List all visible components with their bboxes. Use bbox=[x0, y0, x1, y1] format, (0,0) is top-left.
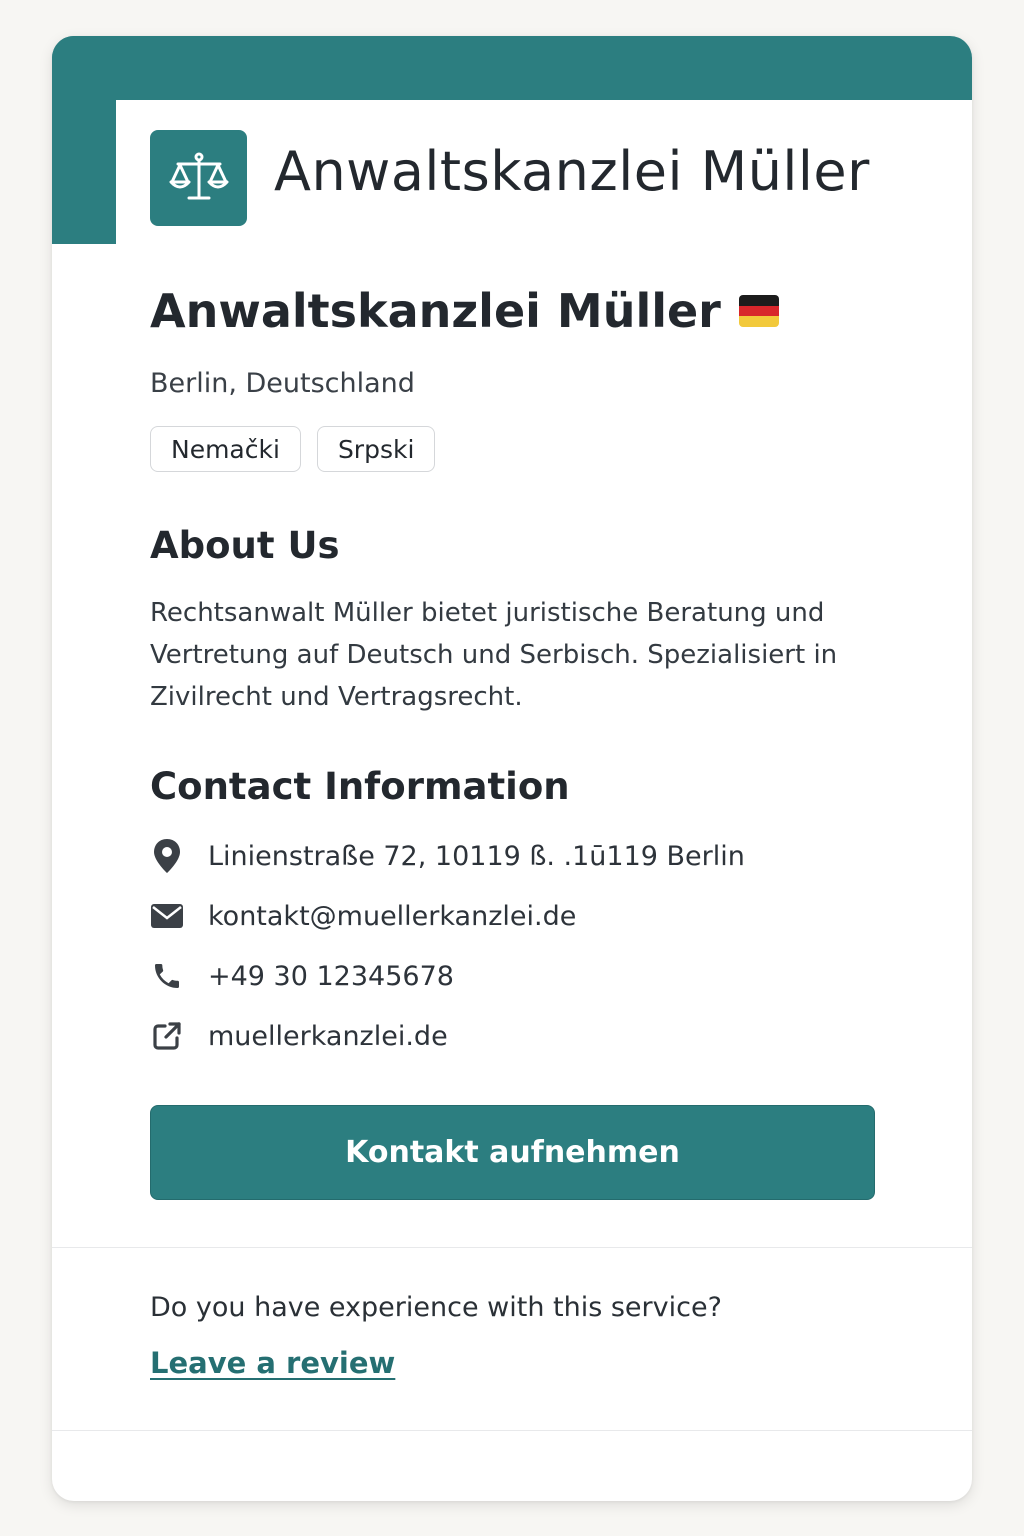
review-question: Do you have experience with this service… bbox=[150, 1292, 722, 1323]
germany-flag-icon bbox=[738, 295, 779, 327]
contact-heading: Contact Information bbox=[150, 765, 570, 808]
header-accent-band bbox=[52, 36, 972, 100]
website-text: muellerkanzlei.de bbox=[208, 1020, 448, 1052]
firm-name-row: Anwaltskanzlei Müller bbox=[150, 284, 779, 338]
language-tag: Nemački bbox=[150, 426, 301, 472]
contact-website[interactable]: muellerkanzlei.de bbox=[150, 1016, 448, 1056]
firm-name: Anwaltskanzlei Müller bbox=[150, 284, 721, 338]
about-text: Rechtsanwalt Müller bietet juristische B… bbox=[150, 598, 838, 712]
location-pin-icon bbox=[150, 838, 184, 874]
law-firm-card: Anwaltskanzlei Müller Anwaltskanzlei Mül… bbox=[52, 36, 972, 1501]
location: Berlin, Deutschland bbox=[150, 368, 415, 399]
email-icon bbox=[150, 898, 184, 934]
external-link-icon bbox=[150, 1018, 184, 1054]
contact-email[interactable]: kontakt@muellerkanzlei.de bbox=[150, 896, 576, 936]
contact-phone[interactable]: +49 30 12345678 bbox=[150, 956, 454, 996]
brand-title: Anwaltskanzlei Müller bbox=[274, 140, 870, 203]
address-text: Linienstraße 72, 10119 ß. .1ū119 Berlin bbox=[208, 840, 745, 872]
contact-address[interactable]: Linienstraße 72, 10119 ß. .1ū119 Berlin bbox=[150, 836, 745, 876]
phone-icon bbox=[150, 958, 184, 994]
divider bbox=[52, 1247, 972, 1248]
email-text: kontakt@muellerkanzlei.de bbox=[208, 900, 577, 932]
contact-button[interactable]: Kontakt aufnehmen bbox=[150, 1105, 875, 1200]
header-accent-side bbox=[52, 36, 116, 244]
scales-icon bbox=[150, 130, 247, 226]
divider bbox=[52, 1430, 972, 1431]
about-heading: About Us bbox=[150, 524, 340, 567]
language-tag: Srpski bbox=[316, 426, 436, 472]
language-tags: Nemački Srpski bbox=[150, 426, 436, 472]
leave-review-link[interactable]: Leave a review bbox=[150, 1346, 395, 1380]
phone-text: +49 30 12345678 bbox=[208, 960, 454, 992]
